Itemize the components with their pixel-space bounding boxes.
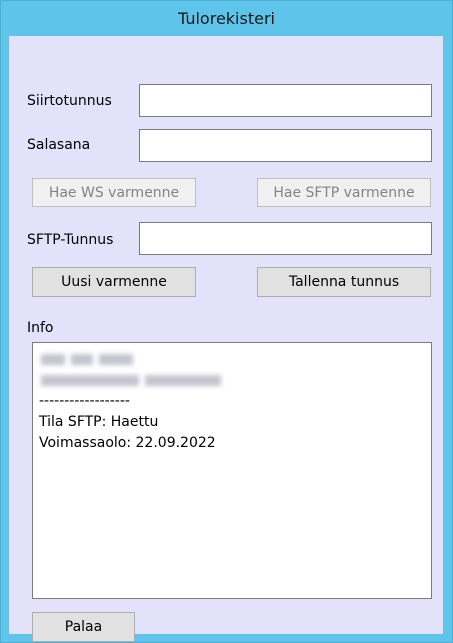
redacted-line	[39, 370, 425, 391]
palaa-button[interactable]: Palaa	[32, 612, 135, 642]
info-voimassaolo: Voimassaolo: 22.09.2022	[39, 435, 216, 451]
info-textbox[interactable]: ------------------ Tila SFTP: Haettu Voi…	[32, 342, 432, 599]
siirtotunnus-input[interactable]	[139, 84, 432, 117]
salasana-label: Salasana	[27, 137, 91, 153]
sftp-tunnus-input[interactable]	[139, 222, 432, 255]
app-window: Tulorekisteri Siirtotunnus Salasana Hae …	[0, 0, 453, 643]
info-tila-sftp: Tila SFTP: Haettu	[39, 414, 159, 430]
info-separator: ------------------	[39, 393, 130, 409]
form-panel: Siirtotunnus Salasana Hae WS varmenne Ha…	[9, 36, 443, 642]
hae-ws-varmenne-button[interactable]: Hae WS varmenne	[32, 178, 196, 207]
window-titlebar[interactable]: Tulorekisteri	[1, 1, 452, 36]
sftp-tunnus-label: SFTP-Tunnus	[27, 232, 114, 248]
hae-sftp-varmenne-button[interactable]: Hae SFTP varmenne	[257, 178, 431, 207]
redacted-line	[39, 349, 425, 370]
info-label: Info	[27, 320, 54, 336]
tallenna-tunnus-button[interactable]: Tallenna tunnus	[257, 267, 431, 297]
window-title: Tulorekisteri	[178, 9, 275, 28]
siirtotunnus-label: Siirtotunnus	[27, 93, 112, 109]
salasana-input[interactable]	[139, 129, 432, 162]
uusi-varmenne-button[interactable]: Uusi varmenne	[32, 267, 196, 297]
